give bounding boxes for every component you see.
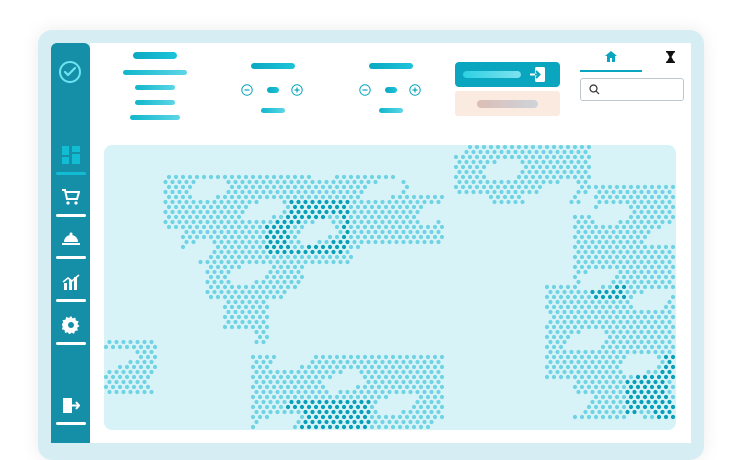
sidebar-item-analytics[interactable]	[56, 272, 86, 306]
nav-indicator	[56, 214, 86, 217]
nav-indicator	[56, 299, 86, 302]
logout-button[interactable]	[56, 395, 86, 429]
tab-history[interactable]	[642, 48, 698, 70]
search-input[interactable]	[603, 81, 681, 98]
sidebar-item-orders[interactable]	[56, 187, 86, 221]
nav-indicator	[56, 342, 86, 345]
secondary-button[interactable]	[455, 91, 560, 116]
nav-indicator	[56, 256, 86, 259]
home-icon	[605, 51, 617, 62]
search-box[interactable]	[580, 78, 684, 101]
minus-icon[interactable]	[241, 84, 253, 96]
chat-bubble-check-icon[interactable]	[58, 60, 82, 84]
stepper-value	[385, 87, 397, 93]
plus-icon[interactable]	[409, 84, 421, 96]
sign-in-icon	[530, 67, 545, 82]
bar-chart-icon	[61, 272, 81, 292]
cloche-icon	[61, 229, 81, 249]
sign-in-button[interactable]	[455, 62, 560, 87]
gear-icon	[61, 315, 81, 335]
minus-icon[interactable]	[359, 84, 371, 96]
plus-icon[interactable]	[291, 84, 303, 96]
sidebar-item-menu[interactable]	[56, 229, 86, 263]
logout-icon	[61, 395, 81, 415]
search-icon	[589, 84, 600, 95]
sidebar-item-settings[interactable]	[56, 315, 86, 349]
sidebar-item-dashboard[interactable]	[56, 145, 86, 179]
world-dot-map	[104, 145, 676, 430]
nav-indicator	[56, 172, 86, 175]
nav-indicator	[56, 422, 86, 425]
tab-home[interactable]	[580, 48, 642, 72]
grid-icon	[61, 145, 81, 165]
shopping-cart-icon	[61, 187, 81, 207]
stepper-value	[267, 87, 279, 93]
hourglass-icon	[665, 51, 675, 63]
button-label-placeholder	[477, 100, 538, 108]
button-label-placeholder	[463, 71, 521, 78]
map-dots	[104, 145, 676, 430]
